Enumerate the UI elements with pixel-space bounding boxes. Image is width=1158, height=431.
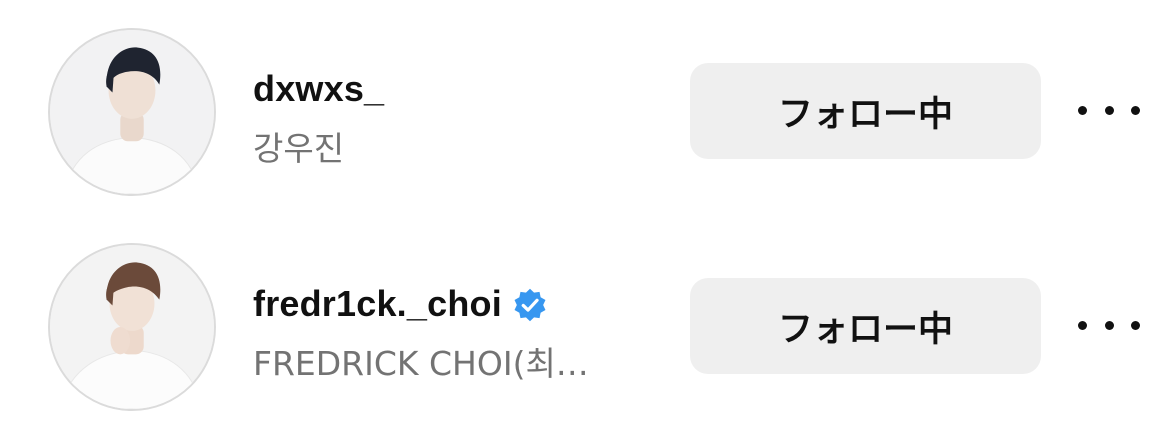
more-dot-icon xyxy=(1078,320,1087,330)
account-info: fredr1ck._choi FREDRICK CHOI(최… xyxy=(253,243,673,413)
list-item: fredr1ck._choi FREDRICK CHOI(최… フォロー中 xyxy=(0,243,1158,413)
more-options-button[interactable] xyxy=(1078,303,1140,347)
more-dot-icon xyxy=(1131,105,1140,115)
more-dot-icon xyxy=(1104,320,1114,330)
more-dot-icon xyxy=(1131,320,1140,330)
more-dot-icon xyxy=(1104,105,1114,115)
username[interactable]: fredr1ck._choi xyxy=(253,283,502,325)
more-options-button[interactable] xyxy=(1078,88,1140,132)
following-button[interactable]: フォロー中 xyxy=(690,278,1041,374)
username[interactable]: dxwxs_ xyxy=(253,68,384,110)
verified-badge-icon xyxy=(512,287,548,323)
avatar-photo-icon xyxy=(50,245,214,409)
full-name: FREDRICK CHOI(최… xyxy=(253,344,589,383)
following-button[interactable]: フォロー中 xyxy=(690,63,1041,159)
list-item: dxwxs_ 강우진 フォロー中 xyxy=(0,28,1158,198)
avatar[interactable] xyxy=(48,243,216,411)
username-line: fredr1ck._choi xyxy=(253,283,548,325)
username-line: dxwxs_ xyxy=(253,68,384,110)
avatar-photo-icon xyxy=(50,30,214,194)
following-list: dxwxs_ 강우진 フォロー中 fredr1ck._choi FREDRICK… xyxy=(0,0,1158,431)
avatar[interactable] xyxy=(48,28,216,196)
account-info: dxwxs_ 강우진 xyxy=(253,28,673,198)
full-name: 강우진 xyxy=(253,129,345,168)
more-dot-icon xyxy=(1078,105,1087,115)
